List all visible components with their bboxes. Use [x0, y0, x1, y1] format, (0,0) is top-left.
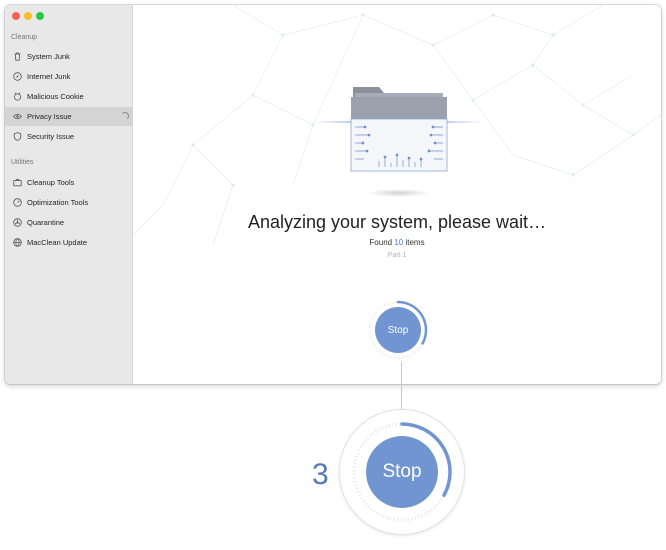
sidebar-item-optimization-tools[interactable]: Optimization Tools	[5, 193, 133, 212]
section-label-cleanup: Cleanup	[11, 34, 38, 41]
eye-icon	[13, 112, 22, 121]
sidebar-item-label: System Junk	[27, 52, 70, 61]
sidebar-item-cleanup-tools[interactable]: Cleanup Tools	[5, 173, 133, 192]
step-number: 3	[312, 458, 329, 491]
compass-icon	[13, 72, 22, 81]
sidebar-item-label: Quarantine	[27, 218, 65, 227]
minimize-window-button[interactable]	[24, 12, 32, 20]
stop-button-zoomed[interactable]: Stop	[366, 436, 438, 508]
sidebar-item-label: Internet Junk	[27, 72, 71, 81]
sidebar-item-privacy-issue[interactable]: Privacy Issue	[5, 107, 133, 126]
trash-icon	[13, 52, 22, 61]
sidebar-item-quarantine[interactable]: Quarantine	[5, 213, 133, 232]
sidebar-item-malicious-cookie[interactable]: Malicious Cookie	[5, 87, 133, 106]
found-suffix: items	[405, 238, 425, 247]
close-window-button[interactable]	[12, 12, 20, 20]
sidebar-item-label: Malicious Cookie	[27, 92, 84, 101]
shield-icon	[13, 132, 22, 141]
sidebar-item-security-issue[interactable]: Security Issue	[5, 127, 133, 146]
scanning-folder-illustration	[313, 87, 483, 197]
section-label-utilities: Utilities	[11, 159, 34, 166]
globe-icon	[13, 238, 22, 247]
sidebar-item-internet-junk[interactable]: Internet Junk	[5, 67, 133, 86]
scan-part-label: Part 1	[387, 252, 407, 259]
analyzing-title: Analyzing your system, please wait…	[247, 212, 547, 232]
sidebar-item-label: Privacy Issue	[27, 112, 72, 121]
biohazard-icon	[13, 218, 22, 227]
sidebar: Cleanup System Junk Internet Junk Malici…	[5, 5, 133, 384]
cookie-icon	[13, 92, 22, 101]
sidebar-item-label: Optimization Tools	[27, 198, 89, 207]
sidebar-item-macclean-update[interactable]: MacClean Update	[5, 233, 133, 252]
loading-spinner-icon	[121, 112, 129, 120]
callout-connector-line	[401, 362, 402, 410]
sidebar-item-label: Cleanup Tools	[27, 178, 75, 187]
found-items-status: Found 10 items	[133, 238, 661, 247]
gauge-icon	[13, 198, 22, 207]
stop-button[interactable]: Stop	[375, 307, 421, 353]
app-window: Cleanup System Junk Internet Junk Malici…	[5, 5, 661, 384]
zoomed-stop-callout: Stop	[340, 410, 464, 534]
sidebar-item-label: Security Issue	[27, 132, 75, 141]
main-panel: Analyzing your system, please wait… Foun…	[133, 5, 661, 384]
sidebar-item-system-junk[interactable]: System Junk	[5, 47, 133, 66]
found-prefix: Found	[369, 238, 393, 247]
briefcase-icon	[13, 178, 22, 187]
sidebar-item-label: MacClean Update	[27, 238, 88, 247]
window-controls	[12, 12, 44, 20]
stop-progress-ring: Stop	[365, 297, 431, 363]
found-count: 10	[394, 238, 404, 247]
zoom-window-button[interactable]	[36, 12, 44, 20]
